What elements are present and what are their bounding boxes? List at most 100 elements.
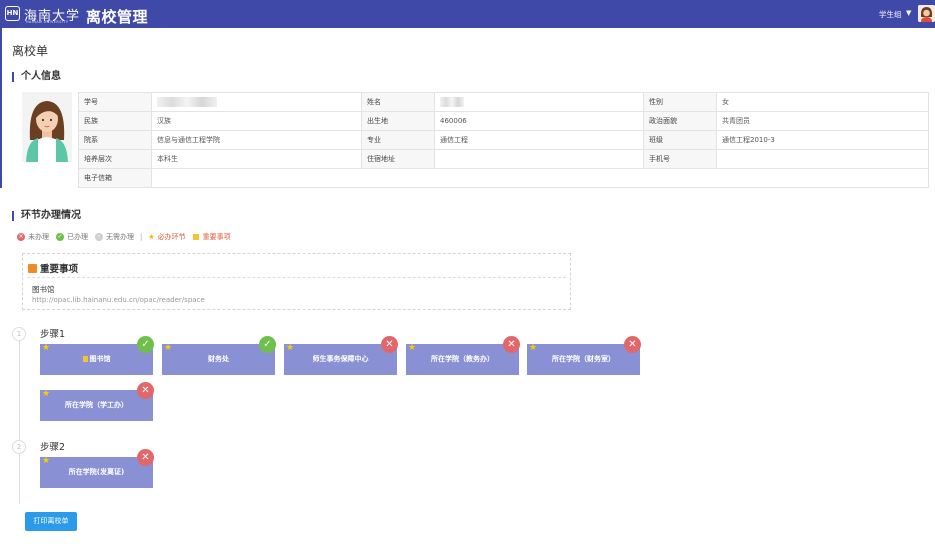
legend-required: 必办环节 (157, 233, 186, 241)
star-icon: ★ (148, 233, 155, 241)
step-1-marker: 1 (12, 327, 26, 341)
table-row: 院系 信息与通信工程学院 专业 通信工程 班级 通信工程2010-3 (78, 130, 929, 150)
left-rail (0, 28, 2, 188)
process-heading: 环节办理情况 (12, 211, 81, 221)
required-star-icon: ★ (408, 343, 417, 353)
field-value: 460006 (434, 111, 644, 131)
redacted-value (440, 97, 464, 107)
legend-pending: 未办理 (28, 233, 49, 241)
caret-down-icon[interactable]: ▼ (906, 9, 911, 17)
step-2-marker: 2 (12, 440, 26, 454)
redacted-value (157, 97, 217, 107)
field-label: 性别 (643, 92, 717, 112)
table-row: 电子信箱 (78, 168, 929, 188)
field-value (151, 168, 929, 188)
user-avatar[interactable] (918, 5, 935, 22)
done-check-icon: ✓ (259, 336, 276, 353)
required-star-icon: ★ (164, 343, 173, 353)
university-logo-icon: HN (5, 6, 20, 21)
notice-title-text: 重要事项 (40, 264, 79, 275)
pending-x-icon: ✕ (503, 336, 520, 353)
field-label: 民族 (78, 111, 152, 131)
pending-icon: ✕ (17, 233, 25, 241)
field-label: 培养层次 (78, 149, 152, 169)
required-star-icon: ★ (286, 343, 295, 353)
node-label: 所在学院（学工办） (65, 401, 128, 409)
university-logo-subtext: HAINAN UNIVERSITY (26, 20, 69, 24)
pending-x-icon: ✕ (137, 382, 154, 399)
timeline-line (19, 338, 20, 504)
student-photo-icon (22, 92, 72, 162)
field-label: 手机号 (643, 149, 717, 169)
notice-heading: 重要事项 (28, 261, 78, 275)
top-bar: HN 海南大学 HAINAN UNIVERSITY 离校管理 学生组 ▼ (0, 0, 935, 28)
step-node-college-finance[interactable]: ★ 所在学院（财务室） ✕ (527, 336, 641, 375)
node-label: 所在学院（教务办） (431, 355, 494, 363)
field-label: 政治面貌 (643, 111, 717, 131)
field-value: 信息与通信工程学院 (151, 130, 362, 150)
field-label: 班级 (643, 130, 717, 150)
important-notice-panel: 重要事项 图书馆 http://opac.lib.hainanu.edu.cn/… (22, 253, 571, 310)
field-value: 通信工程 (434, 130, 644, 150)
table-row: 民族 汉族 出生地 460006 政治面貌 共青团员 (78, 111, 929, 131)
step-node-library[interactable]: ★ 图书馆 ✓ (40, 336, 154, 375)
field-value: 共青团员 (716, 111, 929, 131)
field-label: 姓名 (361, 92, 435, 112)
page-title: 离校单 (12, 44, 49, 58)
edit-note-icon (28, 264, 37, 273)
node-label: 图书馆 (89, 355, 111, 363)
field-value: 本科生 (151, 149, 362, 169)
status-legend: ✕ 未办理 ✓ 已办理 · 无需办理 | ★ 必办环节 重要事项 (17, 232, 231, 242)
personal-info-table: 学号 姓名 性别 女 民族 汉族 出生地 460006 政治面貌 共青团员 院系… (78, 92, 929, 188)
avatar-icon (918, 5, 935, 22)
table-row: 学号 姓名 性别 女 (78, 92, 929, 112)
name-value (434, 92, 644, 112)
legend-done: 已办理 (67, 233, 88, 241)
field-value: 通信工程2010-3 (716, 130, 929, 150)
important-flag-icon (192, 234, 199, 240)
step-node-college-certificate[interactable]: ★ 所在学院(发离证) ✕ (40, 449, 154, 488)
required-star-icon: ★ (42, 456, 51, 466)
pending-x-icon: ✕ (137, 449, 154, 466)
node-label: 师生事务保障中心 (312, 355, 369, 363)
step-1-label: 步骤1 (40, 329, 66, 340)
step-node-student-affairs[interactable]: ★ 师生事务保障中心 ✕ (284, 336, 398, 375)
role-switcher[interactable]: 学生组 (879, 9, 902, 20)
done-icon: ✓ (56, 233, 64, 241)
print-clearance-button[interactable]: 打印离校单 (25, 512, 77, 531)
field-label: 住宿地址 (361, 149, 435, 169)
important-flag-icon (82, 356, 88, 362)
field-label: 出生地 (361, 111, 435, 131)
field-value: 汉族 (151, 111, 362, 131)
node-label: 财务处 (208, 355, 229, 363)
required-star-icon: ★ (529, 343, 538, 353)
pending-x-icon: ✕ (381, 336, 398, 353)
field-value (716, 149, 929, 169)
required-star-icon: ★ (42, 343, 51, 353)
notice-item-name: 图书馆 (32, 285, 55, 294)
step-node-finance[interactable]: ★ 财务处 ✓ (162, 336, 276, 375)
step-node-college-academic[interactable]: ★ 所在学院（教务办） ✕ (406, 336, 520, 375)
field-value (434, 149, 644, 169)
legend-important: 重要事项 (202, 233, 231, 241)
field-label: 电子信箱 (78, 168, 152, 188)
legend-not-needed: 无需办理 (106, 233, 134, 241)
divider (27, 277, 566, 278)
field-value: 女 (716, 92, 929, 112)
field-label: 专业 (361, 130, 435, 150)
required-star-icon: ★ (42, 389, 51, 399)
done-check-icon: ✓ (137, 336, 154, 353)
personal-info-heading: 个人信息 (12, 72, 61, 82)
node-label: 所在学院（财务室） (552, 355, 615, 363)
student-photo (22, 92, 72, 162)
legend-separator: | (140, 233, 143, 241)
node-label: 所在学院(发离证) (68, 468, 125, 476)
step-node-college-student-work[interactable]: ★ 所在学院（学工办） ✕ (40, 382, 154, 421)
not-needed-icon: · (95, 233, 103, 241)
field-label: 学号 (78, 92, 152, 112)
table-row: 培养层次 本科生 住宿地址 手机号 (78, 149, 929, 169)
student-id-value (151, 92, 362, 112)
notice-item-url[interactable]: http://opac.lib.hainanu.edu.cn/opac/read… (32, 296, 205, 304)
pending-x-icon: ✕ (624, 336, 641, 353)
step-2-label: 步骤2 (40, 442, 66, 453)
